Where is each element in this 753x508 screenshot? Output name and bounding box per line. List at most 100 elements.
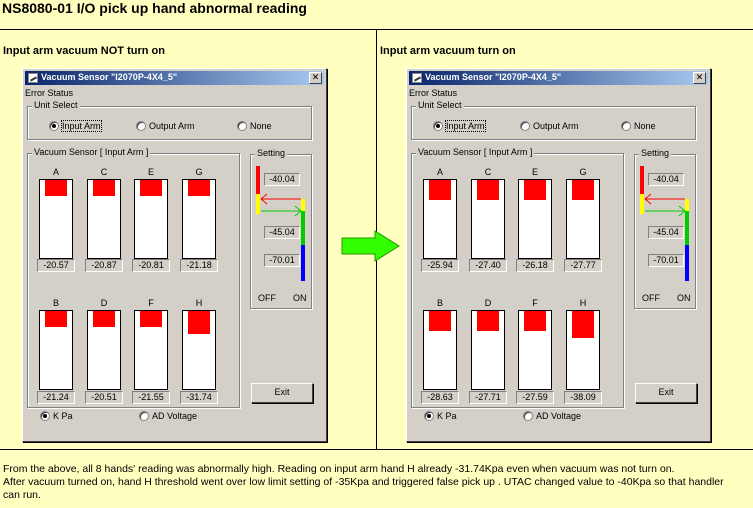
unit-option-label[interactable]: Input Arm xyxy=(445,120,486,132)
units-radio-1[interactable] xyxy=(139,411,149,421)
hand-label-b: B xyxy=(52,298,59,308)
hand-label-f: F xyxy=(532,298,538,308)
unit-select-label: Unit Select xyxy=(416,100,464,110)
app-icon xyxy=(28,73,38,83)
explanation-line-3: can run. xyxy=(3,489,41,501)
exit-button[interactable]: Exit xyxy=(635,383,697,403)
unit-select-label: Unit Select xyxy=(32,100,80,110)
hand-label-a: A xyxy=(436,167,443,177)
hand-label-h: H xyxy=(579,298,587,308)
hand-label-f: F xyxy=(148,298,154,308)
right-arrow-icon xyxy=(341,230,400,262)
unit-option-label[interactable]: Output Arm xyxy=(533,121,579,131)
vacuum-sensor-dialog-off: Vacuum Sensor "I2070P-4X4_5" ✕ Error Statu… xyxy=(22,68,327,442)
explanation-line-1: From the above, all 8 hands' reading was… xyxy=(3,463,675,475)
hand-label-d: D xyxy=(100,298,108,308)
units-option-label[interactable]: K Pa xyxy=(437,411,457,421)
hand-gauge-fill xyxy=(45,180,67,196)
hand-gauge-fill xyxy=(140,311,162,327)
hand-reading-e: -20.81 xyxy=(132,259,170,272)
hand-reading-f: -21.55 xyxy=(132,391,170,404)
close-button[interactable]: ✕ xyxy=(309,72,322,84)
app-icon xyxy=(412,73,422,83)
hand-reading-h: -31.74 xyxy=(180,391,218,404)
hand-gauge-fill xyxy=(140,180,162,196)
error-status-label: Error Status xyxy=(409,88,458,98)
hand-reading-c: -27.40 xyxy=(469,259,507,272)
units-option-label[interactable]: K Pa xyxy=(53,411,73,421)
vacuum-sensor-group-label: Vacuum Sensor [ Input Arm ] xyxy=(32,147,151,157)
hand-gauge-fill xyxy=(429,180,451,200)
unit-radio-1[interactable] xyxy=(136,121,146,131)
threshold-setting-0[interactable]: -40.04 xyxy=(648,173,684,186)
unit-radio-0[interactable] xyxy=(433,121,443,131)
hand-reading-c: -20.87 xyxy=(85,259,123,272)
units-radio-0[interactable] xyxy=(424,411,434,421)
hand-reading-e: -26.18 xyxy=(516,259,554,272)
close-button[interactable]: ✕ xyxy=(693,72,706,84)
hand-gauge-e xyxy=(518,179,552,259)
hand-gauge-h xyxy=(182,310,216,390)
units-radio-0[interactable] xyxy=(40,411,50,421)
hand-gauge-fill xyxy=(93,180,115,196)
unit-option-label[interactable]: Input Arm xyxy=(61,120,102,132)
hand-label-c: C xyxy=(484,167,492,177)
hand-gauge-f xyxy=(518,310,552,390)
hand-gauge-f xyxy=(134,310,168,390)
divider-bottom xyxy=(0,449,753,450)
hand-label-g: G xyxy=(579,167,587,177)
unit-radio-0[interactable] xyxy=(49,121,59,131)
hand-gauge-a xyxy=(39,179,73,259)
explanation-text: From the above, all 8 hands' reading was… xyxy=(3,463,753,502)
unit-option-label[interactable]: None xyxy=(634,121,656,131)
unit-radio-1[interactable] xyxy=(520,121,530,131)
hand-gauge-fill xyxy=(572,311,594,338)
hand-gauge-d xyxy=(87,310,121,390)
hand-gauge-fill xyxy=(429,311,451,331)
dialog-title: Vacuum Sensor "I2070P-4X4_5" xyxy=(41,72,178,82)
threshold-setting-2[interactable]: -70.01 xyxy=(264,254,300,267)
hand-gauge-fill xyxy=(524,311,546,331)
threshold-setting-1[interactable]: -45.04 xyxy=(264,226,300,239)
unit-radio-2[interactable] xyxy=(621,121,631,131)
hand-label-b: B xyxy=(436,298,443,308)
right-section-label: Input arm vacuum turn on xyxy=(380,45,516,57)
hand-gauge-fill xyxy=(45,311,67,327)
page-title: NS8080-01 I/O pick up hand abnormal read… xyxy=(2,0,307,16)
hand-gauge-d xyxy=(471,310,505,390)
hand-reading-b: -28.63 xyxy=(421,391,459,404)
explanation-line-2: After vacuum turned on, hand H threshold… xyxy=(3,476,724,488)
hand-gauge-g xyxy=(182,179,216,259)
hand-gauge-fill xyxy=(572,180,594,200)
dialog-title-bar[interactable]: Vacuum Sensor "I2070P-4X4_5" ✕ xyxy=(25,71,324,85)
units-option-label[interactable]: AD Voltage xyxy=(536,411,581,421)
hand-reading-h: -38.09 xyxy=(564,391,602,404)
hand-gauge-e xyxy=(134,179,168,259)
hand-gauge-fill xyxy=(188,180,210,196)
threshold-setting-0[interactable]: -40.04 xyxy=(264,173,300,186)
hand-gauge-c xyxy=(471,179,505,259)
units-radio-1[interactable] xyxy=(523,411,533,421)
hand-label-c: C xyxy=(100,167,108,177)
threshold-setting-2[interactable]: -70.01 xyxy=(648,254,684,267)
exit-button[interactable]: Exit xyxy=(251,383,313,403)
hand-label-d: D xyxy=(484,298,492,308)
dialog-title-bar[interactable]: Vacuum Sensor "I2070P-4X4_5" ✕ xyxy=(409,71,708,85)
hand-gauge-fill xyxy=(93,311,115,327)
unit-option-label[interactable]: Output Arm xyxy=(149,121,195,131)
vacuum-sensor-dialog-on: Vacuum Sensor "I2070P-4X4_5" ✕ Error Statu… xyxy=(406,68,711,442)
hand-gauge-fill xyxy=(477,180,499,200)
hand-reading-g: -21.18 xyxy=(180,259,218,272)
off-label: OFF xyxy=(258,293,276,303)
hand-gauge-fill xyxy=(477,311,499,331)
unit-option-label[interactable]: None xyxy=(250,121,272,131)
unit-radio-2[interactable] xyxy=(237,121,247,131)
hand-reading-d: -20.51 xyxy=(85,391,123,404)
left-section-label: Input arm vacuum NOT turn on xyxy=(3,45,165,57)
units-option-label[interactable]: AD Voltage xyxy=(152,411,197,421)
error-status-label: Error Status xyxy=(25,88,74,98)
threshold-blue-strip xyxy=(685,245,689,281)
hand-gauge-b xyxy=(39,310,73,390)
threshold-arrows-icon xyxy=(644,193,686,217)
threshold-setting-1[interactable]: -45.04 xyxy=(648,226,684,239)
